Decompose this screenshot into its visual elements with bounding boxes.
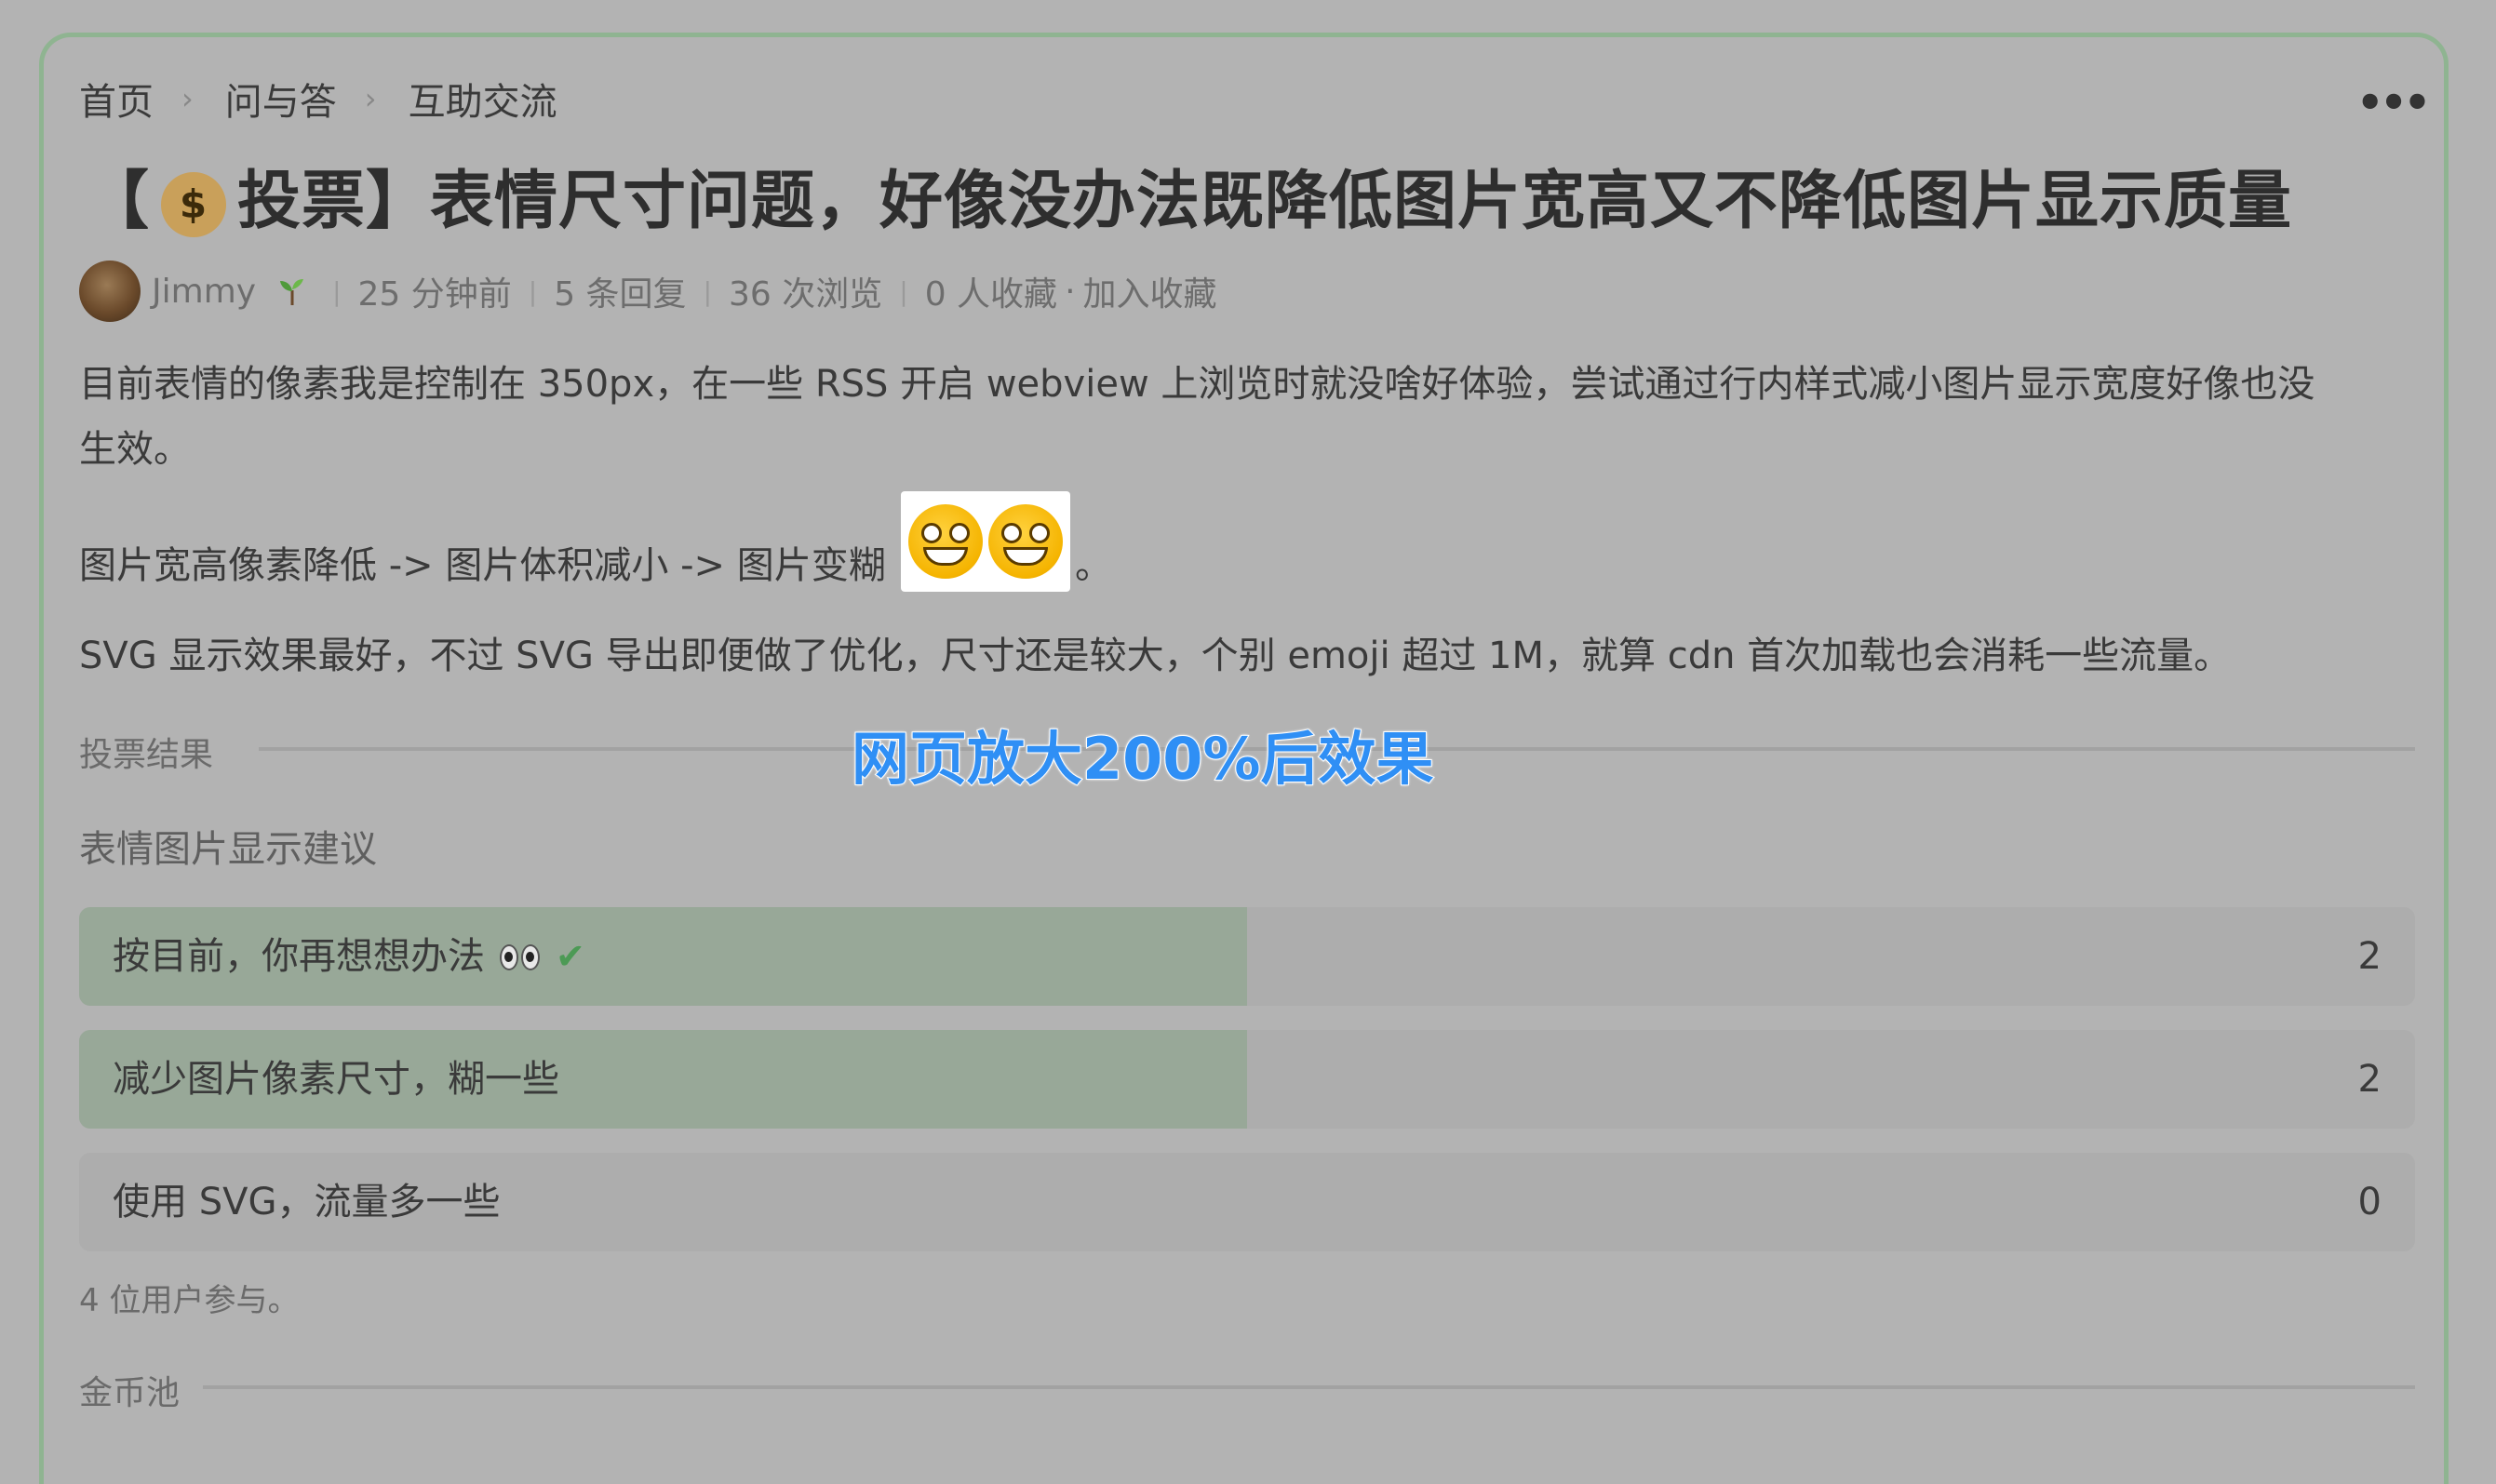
poll-option-count: 2: [2357, 935, 2382, 978]
breadcrumb-mutual-help[interactable]: 互助交流: [409, 72, 557, 126]
coin-pool-section-label: 金币池: [79, 1374, 181, 1412]
emoji-image: [901, 491, 1070, 592]
post-time: 25 分钟前: [357, 275, 512, 314]
coin-pool-divider: [203, 1385, 2415, 1389]
poll-option-label: 减少图片像素尺寸，糊一些: [113, 1058, 559, 1101]
grinning-face-icon: [908, 504, 983, 579]
title-text: 投票】表情尺寸问题，好像没办法既降低图片宽高又不降低图片显示质量: [237, 165, 2293, 238]
avatar[interactable]: [79, 261, 141, 322]
eyes-icon: [500, 909, 543, 1006]
topic-meta: Jimmy | 25 分钟前 | 5 条回复 | 36 次浏览 | 0 人收藏 …: [79, 259, 1217, 324]
poll-option[interactable]: 使用 SVG，流量多一些 0: [79, 1153, 2415, 1251]
breadcrumb: 首页 › 问与答 › 互助交流: [79, 71, 557, 127]
more-options-icon[interactable]: •••: [2356, 81, 2431, 124]
zoom-overlay-caption: 网页放大200%后效果: [851, 724, 1435, 794]
reply-count: 5 条回复: [554, 275, 687, 314]
add-bookmark-link[interactable]: 加入收藏: [1083, 267, 1217, 315]
money-bag-icon: $: [161, 172, 227, 238]
title-prefix: 【: [86, 165, 151, 238]
poll-option-label: 按目前，你再想想办法 ✔: [113, 907, 585, 1006]
breadcrumb-home[interactable]: 首页: [79, 72, 154, 126]
chevron-right-icon: ›: [181, 81, 194, 116]
poll-participants: 4 位用户参与。: [79, 1282, 300, 1319]
meta-separator: |: [332, 275, 342, 307]
poll-option-count: 0: [2357, 1181, 2382, 1223]
body-paragraph-1-line-1: 目前表情的像素我是控制在 350px，在一些 RSS 开启 webview 上浏…: [79, 363, 2315, 406]
view-count: 36 次浏览: [729, 275, 883, 314]
poll-option-count: 2: [2357, 1058, 2382, 1101]
body-paragraph-2-suffix: 。: [1075, 544, 1112, 587]
grinning-face-icon: [988, 504, 1063, 579]
poll-section-label: 投票结果: [79, 736, 214, 774]
meta-separator: |: [528, 275, 538, 307]
poll-option[interactable]: 按目前，你再想想办法 ✔ 2: [79, 907, 2415, 1006]
body-paragraph-2: 图片宽高像素降低 -> 图片体积减小 -> 图片变糊: [79, 544, 886, 587]
meta-separator: |: [899, 275, 908, 307]
breadcrumb-qa[interactable]: 问与答: [225, 72, 337, 126]
body-paragraph-1-line-2: 生效。: [79, 428, 191, 471]
check-icon: ✔: [556, 936, 585, 977]
sprout-icon: [280, 279, 304, 305]
meta-dot: ·: [1065, 272, 1076, 311]
poll-option[interactable]: 减少图片像素尺寸，糊一些 2: [79, 1030, 2415, 1129]
poll-option-label: 使用 SVG，流量多一些: [113, 1181, 501, 1223]
meta-separator: |: [703, 275, 712, 307]
page-title: 【$ 投票】表情尺寸问题，好像没办法既降低图片宽高又不降低图片显示质量: [86, 149, 2292, 241]
poll-question: 表情图片显示建议: [79, 828, 377, 871]
body-paragraph-3: SVG 显示效果最好，不过 SVG 导出即便做了优化，尺寸还是较大，个别 emo…: [79, 635, 2232, 677]
bookmark-count: 0 人收藏: [924, 275, 1058, 314]
author-name[interactable]: Jimmy: [152, 273, 256, 311]
chevron-right-icon: ›: [364, 81, 377, 116]
